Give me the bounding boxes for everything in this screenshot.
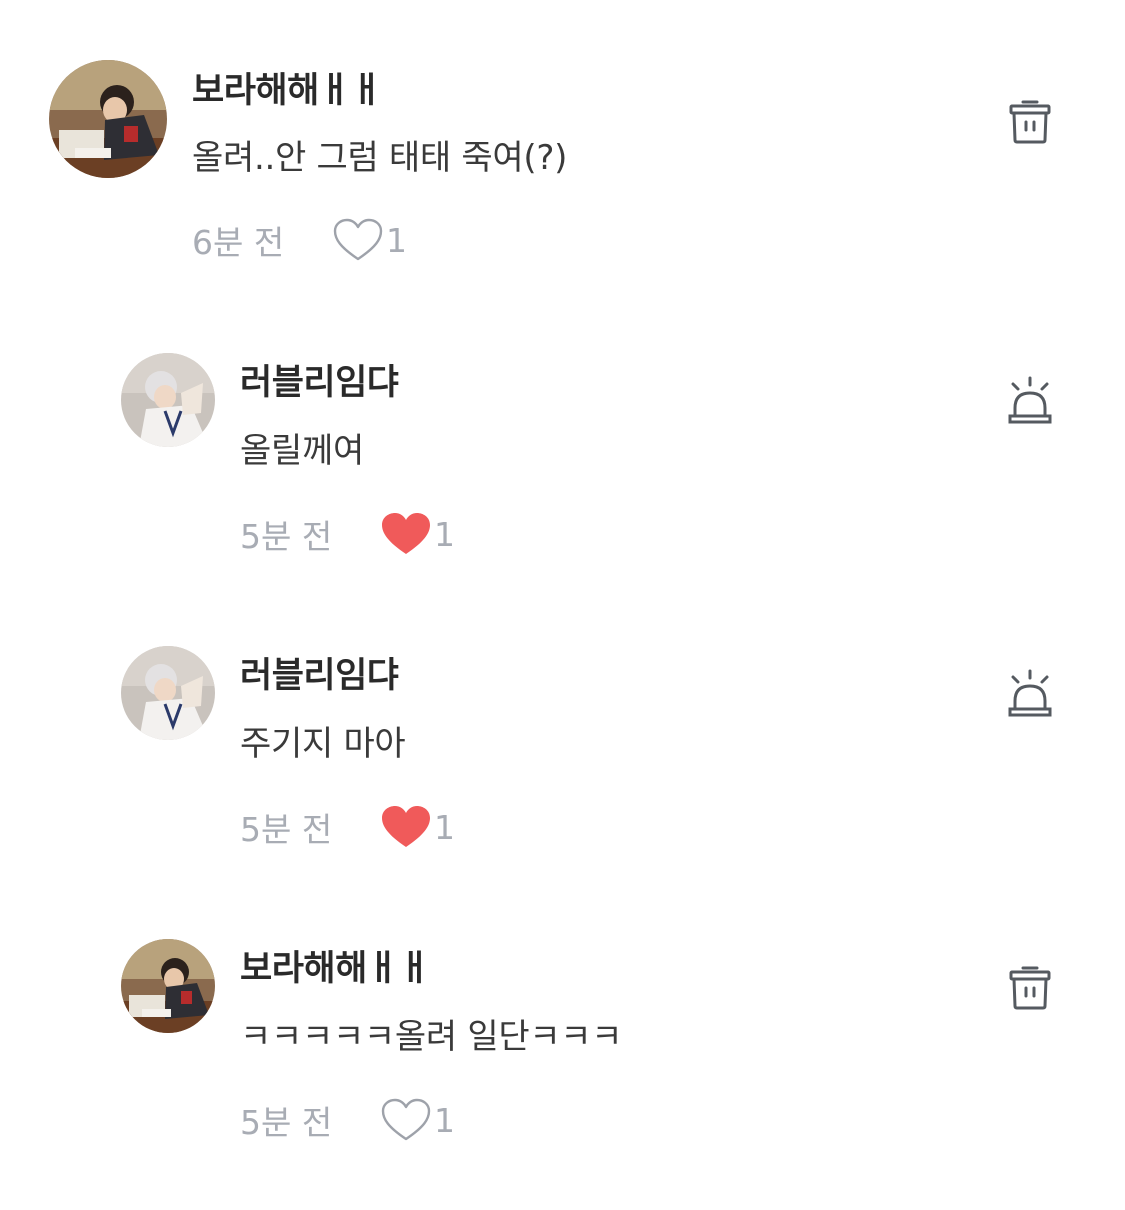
comment-username[interactable]: 러블리임댜 bbox=[240, 647, 399, 698]
comment-username[interactable]: 보라해해ㅐㅐ bbox=[192, 62, 383, 113]
comment-timestamp: 6분 전 bbox=[192, 223, 285, 262]
comment-meta: 5분 전 1 bbox=[240, 1096, 455, 1144]
like-button[interactable]: 1 bbox=[380, 1097, 455, 1143]
comment-meta: 5분 전 1 bbox=[240, 803, 455, 851]
avatar[interactable] bbox=[121, 646, 215, 740]
trash-icon[interactable] bbox=[1007, 962, 1053, 1012]
comment-timestamp: 5분 전 bbox=[240, 1103, 333, 1142]
comment-text: 주기지 마아 bbox=[240, 724, 406, 764]
like-count: 1 bbox=[434, 1100, 455, 1140]
comment-meta: 5분 전 1 bbox=[240, 510, 455, 558]
comment-text: 올려..안 그럼 태태 죽여(?) bbox=[192, 138, 568, 178]
comment-timestamp: 5분 전 bbox=[240, 517, 333, 556]
comment-text: ㅋㅋㅋㅋㅋ올려 일단ㅋㅋㅋ bbox=[240, 1017, 623, 1057]
heart-filled-icon bbox=[380, 804, 432, 850]
heart-outline-icon bbox=[380, 1097, 432, 1143]
comment-text: 올릴께여 bbox=[240, 431, 364, 471]
comment-timestamp: 5분 전 bbox=[240, 810, 333, 849]
like-count: 1 bbox=[434, 514, 455, 554]
report-siren-icon[interactable] bbox=[1007, 376, 1053, 426]
comment-username[interactable]: 러블리임댜 bbox=[240, 354, 399, 405]
report-siren-icon[interactable] bbox=[1007, 669, 1053, 719]
comment-username[interactable]: 보라해해ㅐㅐ bbox=[240, 940, 431, 991]
avatar[interactable] bbox=[121, 353, 215, 447]
like-button[interactable]: 1 bbox=[380, 511, 455, 557]
like-button[interactable]: 1 bbox=[380, 804, 455, 850]
avatar[interactable] bbox=[121, 939, 215, 1033]
trash-icon[interactable] bbox=[1007, 96, 1053, 146]
like-count: 1 bbox=[386, 220, 407, 260]
like-count: 1 bbox=[434, 807, 455, 847]
comment-meta: 6분 전 1 bbox=[192, 216, 407, 264]
heart-filled-icon bbox=[380, 511, 432, 557]
heart-outline-icon bbox=[332, 217, 384, 263]
like-button[interactable]: 1 bbox=[332, 217, 407, 263]
avatar[interactable] bbox=[49, 60, 167, 178]
